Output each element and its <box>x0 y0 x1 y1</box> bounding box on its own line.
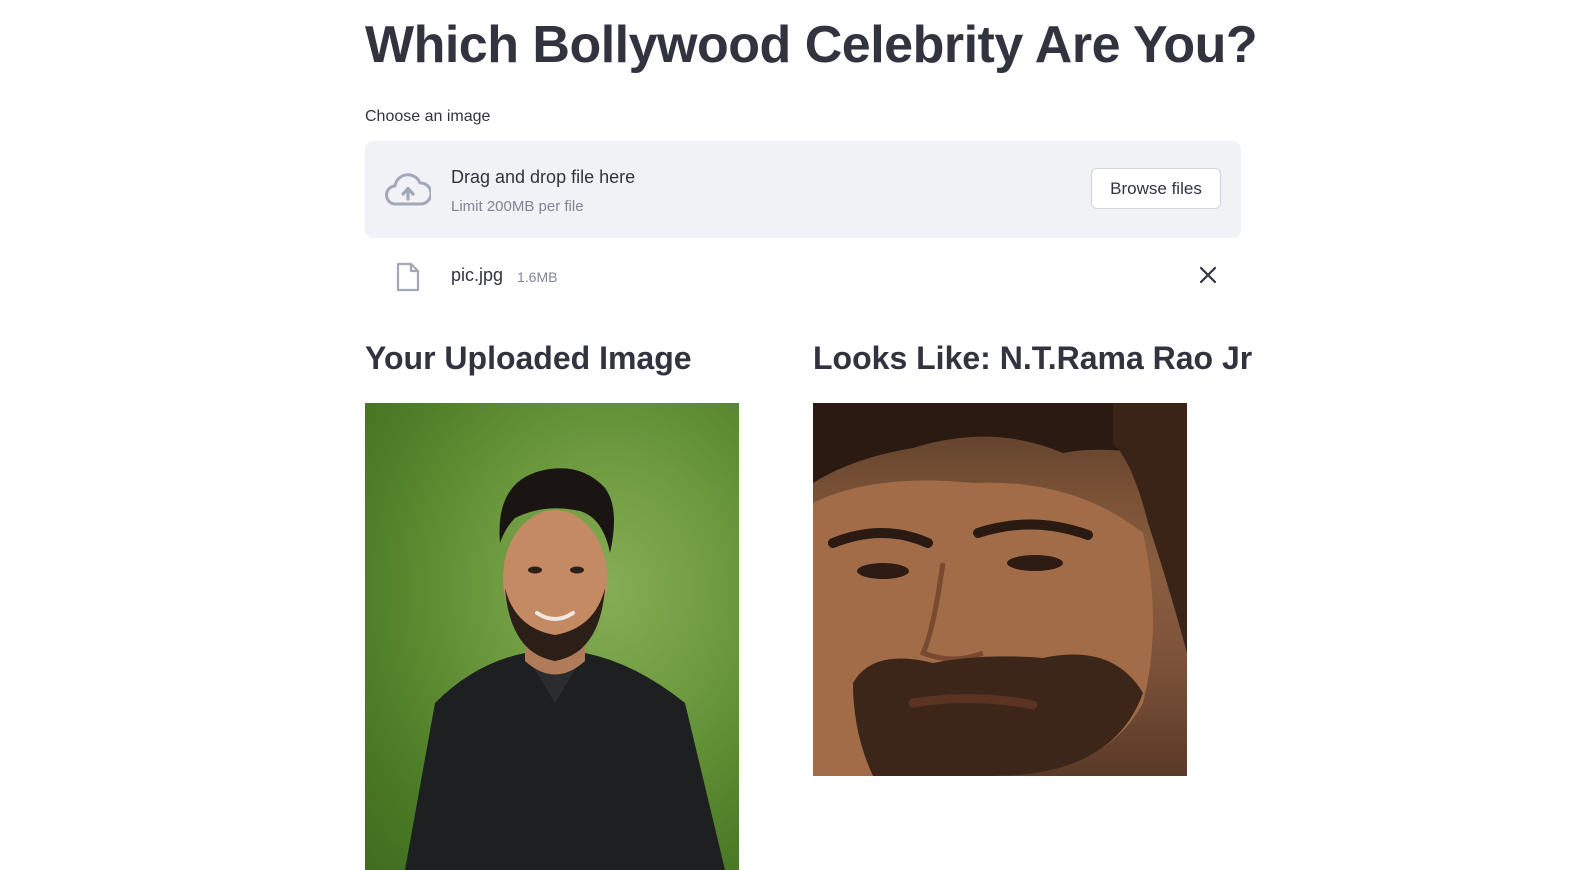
uploaded-photo <box>365 403 739 870</box>
file-dropzone[interactable]: Drag and drop file here Limit 200MB per … <box>365 141 1241 238</box>
uploaded-file-row: pic.jpg 1.6MB <box>365 252 1241 298</box>
dropzone-instructions: Drag and drop file here <box>451 167 636 187</box>
file-size: 1.6MB <box>517 269 558 285</box>
match-result-heading: Looks Like: N.T.Rama Rao Jr <box>813 340 1253 376</box>
browse-files-button[interactable]: Browse files <box>1091 168 1221 209</box>
page-title: Which Bollywood Celebrity Are You? <box>365 16 1258 74</box>
matched-photo-illustration <box>813 403 1187 776</box>
uploaded-photo-illustration <box>405 468 725 870</box>
file-name: pic.jpg <box>451 265 504 285</box>
uploader-label: Choose an image <box>365 108 491 125</box>
cloud-upload-icon <box>385 173 431 206</box>
dropzone-limit: Limit 200MB per file <box>451 198 584 215</box>
uploaded-image-heading: Your Uploaded Image <box>365 340 692 376</box>
file-icon <box>396 262 420 292</box>
matched-celebrity-photo <box>813 403 1187 776</box>
close-icon[interactable] <box>1198 265 1218 285</box>
